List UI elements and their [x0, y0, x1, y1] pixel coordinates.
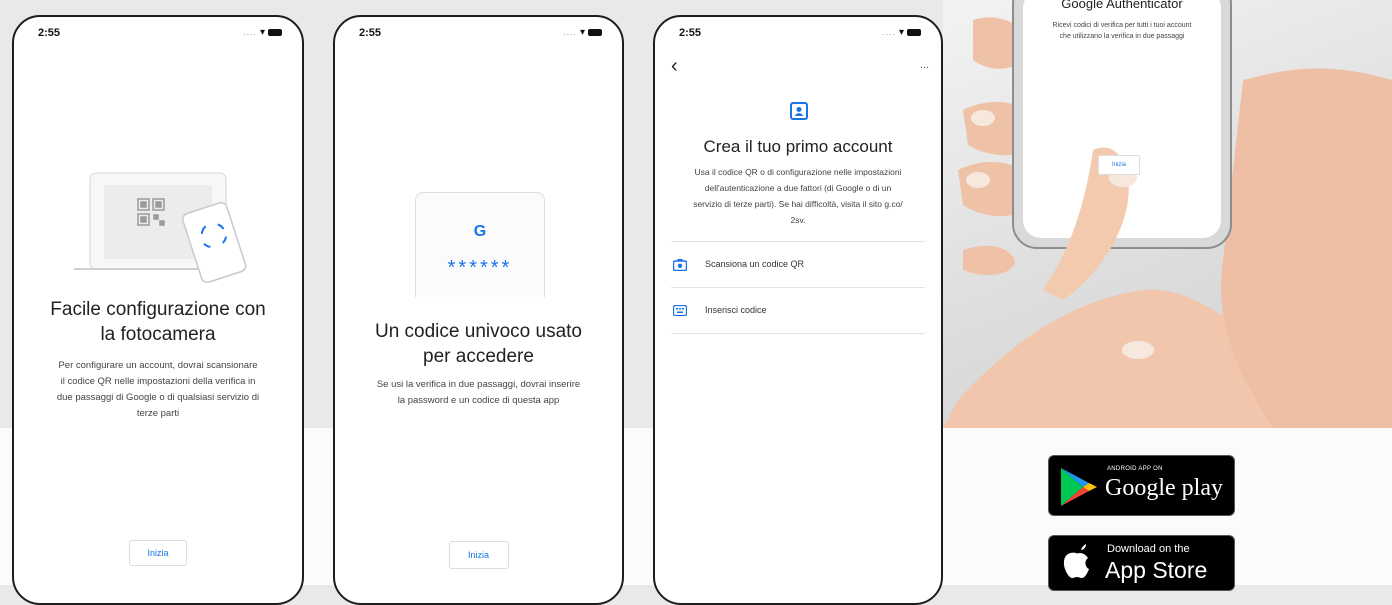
status-time: 2:55 — [679, 27, 702, 39]
status-time: 2:55 — [38, 27, 61, 39]
description-line: Usa il codice QR o di configurazione nel… — [694, 167, 902, 177]
badge-main-text: Google play — [1105, 475, 1223, 501]
option-label: Inserisci codice — [705, 305, 767, 315]
battery-icon — [907, 28, 921, 36]
app-title: Google Authenticator — [1061, 0, 1183, 11]
badge-main-text: App Store — [1105, 557, 1208, 583]
page-title-line2: la fotocamera — [100, 324, 216, 345]
wifi-icon: ▾ — [579, 27, 585, 38]
start-button[interactable]: Inizia — [1098, 155, 1140, 175]
description-line: servizio di terze parti). Se hai diffico… — [693, 199, 903, 209]
description-line: la password e un codice di questa app — [397, 395, 560, 406]
description-line: Per configurare un account, dovrai scans… — [58, 360, 258, 371]
option-enter-code[interactable]: Inserisci codice — [671, 288, 925, 333]
page-title-line1: Un codice univoco usato — [374, 321, 582, 342]
page-title: Crea il tuo primo account — [703, 137, 893, 156]
description-line: dell'autenticazione a due fattori (di Go… — [704, 183, 892, 193]
status-icons: .... ▾ — [243, 27, 282, 38]
back-arrow-icon[interactable]: ‹ — [671, 55, 678, 78]
page-title-line2: per accedere — [423, 346, 534, 367]
hands-illustration — [943, 0, 1392, 428]
promo-photo-hands: Google Authenticator Ricevi codici di ve… — [943, 0, 1392, 428]
camera-icon — [673, 259, 687, 271]
battery-icon — [588, 28, 602, 36]
start-button[interactable]: Inizia — [448, 541, 509, 569]
google-g-icon: G — [473, 223, 487, 240]
status-bar: 2:55 .... ▾ — [359, 27, 602, 43]
divider — [671, 333, 925, 334]
option-scan-qr[interactable]: Scansiona un codice QR — [671, 242, 925, 287]
google-play-icon — [1061, 468, 1097, 506]
description-line: due passaggi di Google o di qualsiasi se… — [56, 392, 260, 403]
description-line: Ricevi codici di verifica per tutti i tu… — [1052, 22, 1192, 29]
phone-screen-create-account: 2:55 .... ▾ ‹ ... Crea il tuo primo acco… — [653, 15, 943, 605]
status-bar: 2:55 .... ▾ — [38, 27, 282, 43]
phone-screen-unique-code: 2:55 .... ▾ G ****** Un codice univoco u… — [333, 15, 624, 605]
battery-icon — [268, 28, 282, 36]
google-play-badge[interactable]: ANDROID APP ON Google play — [1048, 455, 1235, 516]
description-line: Se usi la verifica in due passaggi, dovr… — [376, 379, 581, 390]
camera-setup-illustration — [74, 172, 247, 284]
badge-small-text: Download on the — [1107, 543, 1190, 555]
masked-code: ****** — [447, 257, 513, 279]
app-store-badge[interactable]: Download on the App Store — [1048, 535, 1235, 591]
start-button[interactable]: Inizia — [129, 540, 187, 566]
description-line: 2sv. — [790, 215, 806, 225]
status-time: 2:55 — [359, 27, 382, 39]
description-line: il codice QR nelle impostazioni della ve… — [60, 376, 256, 387]
wifi-icon: ▾ — [259, 27, 265, 38]
phone-screen-camera-setup: 2:55 .... ▾ Facile configurazione con la… — [12, 15, 304, 605]
status-icons: .... ▾ — [882, 27, 921, 38]
description-line: terze parti — [136, 408, 180, 419]
apple-icon — [1063, 544, 1089, 578]
more-options-icon[interactable]: ... — [920, 59, 929, 71]
badge-small-text: ANDROID APP ON — [1107, 466, 1163, 472]
option-label: Scansiona un codice QR — [705, 259, 805, 269]
description-line: che utilizzano la verifica in due passag… — [1059, 33, 1185, 40]
status-bar: 2:55 .... ▾ — [679, 27, 921, 43]
status-icons: .... ▾ — [563, 27, 602, 38]
keyboard-icon — [673, 305, 687, 316]
page-title-line1: Facile configurazione con — [50, 299, 266, 320]
wifi-icon: ▾ — [898, 27, 904, 38]
account-icon — [790, 102, 808, 120]
code-card-illustration: G ****** — [415, 192, 545, 297]
